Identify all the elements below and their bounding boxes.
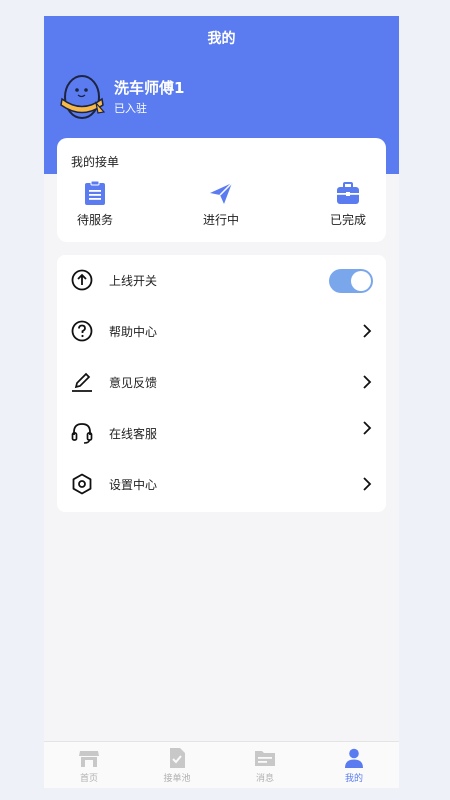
clipboard-list-icon xyxy=(85,180,105,205)
folder-message-icon xyxy=(255,751,275,766)
tab-mine-label: 我的 xyxy=(344,774,363,784)
help-circle-icon xyxy=(71,320,93,342)
menu-settings-center[interactable]: 设置中心 xyxy=(57,459,386,510)
chevron-right-icon xyxy=(363,375,372,389)
chevron-right-icon xyxy=(363,324,372,338)
my-orders-title: 我的接单 xyxy=(71,155,120,169)
phone-screen: 我的 洗车师傅1 已入驻 我的接单 待服务 进行中 已完成 上线开关 帮助中心 … xyxy=(44,16,399,788)
headset-icon xyxy=(71,423,93,444)
paper-plane-icon xyxy=(210,182,233,204)
order-pending-button[interactable]: 待服务 xyxy=(57,180,133,228)
tab-messages-label: 消息 xyxy=(255,774,274,784)
menu-help-center[interactable]: 帮助中心 xyxy=(57,306,386,357)
user-status: 已入驻 xyxy=(114,102,147,115)
settings-hexagon-icon xyxy=(72,473,92,495)
order-pending-label: 待服务 xyxy=(76,213,113,227)
page-title: 我的 xyxy=(207,31,236,47)
order-completed-button[interactable]: 已完成 xyxy=(310,180,386,228)
tab-home-label: 首页 xyxy=(79,774,98,784)
order-in-progress-button[interactable]: 进行中 xyxy=(183,180,259,228)
menu-online-switch-label: 上线开关 xyxy=(109,274,158,288)
arrow-up-circle-icon xyxy=(71,269,93,291)
menu-feedback-label: 意见反馈 xyxy=(109,376,158,390)
tab-home[interactable]: 首页 xyxy=(59,747,119,784)
avatar[interactable] xyxy=(56,68,108,120)
menu-online-switch[interactable]: 上线开关 xyxy=(57,255,386,306)
briefcase-icon xyxy=(337,182,359,204)
my-orders-card: 我的接单 待服务 进行中 已完成 xyxy=(57,138,386,242)
bottom-tab-bar: 首页 接单池 消息 我的 xyxy=(44,741,399,788)
menu-settings-center-label: 设置中心 xyxy=(109,478,158,492)
chevron-right-icon xyxy=(363,421,372,435)
user-name: 洗车师傅1 xyxy=(114,79,185,97)
chevron-right-icon xyxy=(363,477,372,491)
menu-feedback[interactable]: 意见反馈 xyxy=(57,357,386,408)
store-icon xyxy=(79,751,99,767)
settings-menu: 上线开关 帮助中心 意见反馈 在线客服 设置中心 xyxy=(57,255,386,512)
menu-online-support-label: 在线客服 xyxy=(109,427,158,441)
tab-mine[interactable]: 我的 xyxy=(324,747,384,784)
order-in-progress-label: 进行中 xyxy=(202,213,239,227)
menu-help-center-label: 帮助中心 xyxy=(109,325,158,339)
tab-order-pool-label: 接单池 xyxy=(163,774,191,784)
tab-messages[interactable]: 消息 xyxy=(235,747,295,784)
pencil-icon xyxy=(72,372,92,392)
person-icon xyxy=(345,748,363,768)
order-check-icon xyxy=(170,748,185,768)
online-toggle[interactable] xyxy=(329,269,373,293)
tab-order-pool[interactable]: 接单池 xyxy=(147,747,207,784)
toggle-knob xyxy=(351,271,371,291)
order-completed-label: 已完成 xyxy=(329,213,366,227)
menu-online-support[interactable]: 在线客服 xyxy=(57,408,386,459)
